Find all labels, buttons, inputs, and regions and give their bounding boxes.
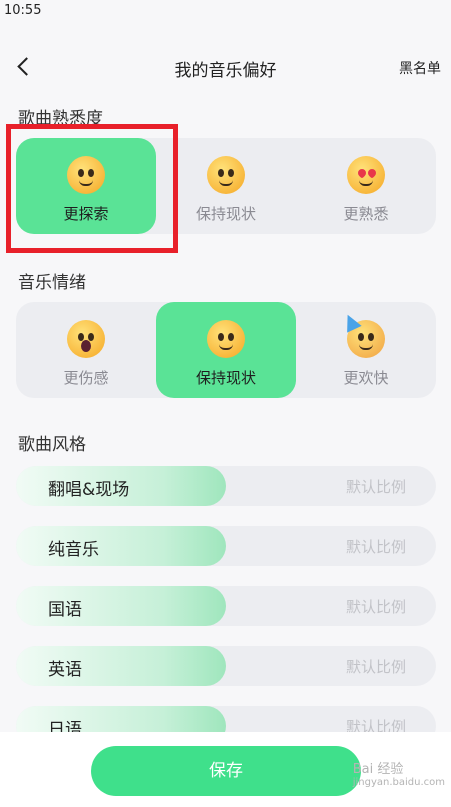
heart-eyes-face-icon (347, 156, 385, 194)
option-label: 更探索 (63, 205, 109, 223)
nav-bar: 我的音乐偏好 黑名单 (0, 46, 451, 88)
status-bar: 10:55 (0, 0, 451, 22)
familiarity-selector: 更探索 保持现状 更熟悉 (16, 138, 436, 234)
option-label: 更伤感 (63, 369, 109, 387)
style-slider-cover-live[interactable]: 翻唱&现场 默认比例 (16, 466, 436, 506)
watermark-sub: jingyan.baidu.com (352, 777, 445, 788)
monocle-face-icon (67, 156, 105, 194)
familiarity-option-explore[interactable]: 更探索 (16, 138, 156, 234)
status-time: 10:55 (4, 3, 42, 18)
style-slider-mandarin[interactable]: 国语 默认比例 (16, 586, 436, 626)
style-name: 翻唱&现场 (48, 480, 130, 500)
default-ratio-label: 默认比例 (345, 538, 406, 556)
option-label: 保持现状 (195, 205, 256, 223)
style-slider-english[interactable]: 英语 默认比例 (16, 646, 436, 686)
style-name: 英语 (48, 660, 82, 680)
mood-option-happy[interactable]: 更欢快 (296, 302, 436, 398)
page-title: 我的音乐偏好 (174, 61, 277, 81)
option-label: 更欢快 (343, 369, 389, 387)
smile-face-icon (207, 320, 245, 358)
styles-title: 歌曲风格 (18, 435, 86, 455)
style-name: 国语 (48, 600, 82, 620)
style-slider-instrumental[interactable]: 纯音乐 默认比例 (16, 526, 436, 566)
mood-option-sad[interactable]: 更伤感 (16, 302, 156, 398)
mood-selector: 更伤感 保持现状 更欢快 (16, 302, 436, 398)
default-ratio-label: 默认比例 (345, 658, 406, 676)
blacklist-link[interactable]: 黑名单 (399, 58, 441, 78)
option-label: 更熟悉 (343, 205, 389, 223)
style-name: 纯音乐 (48, 540, 99, 560)
smile-face-icon (207, 156, 245, 194)
default-ratio-label: 默认比例 (345, 598, 406, 616)
familiarity-title: 歌曲熟悉度 (18, 109, 103, 129)
familiarity-option-familiar[interactable]: 更熟悉 (296, 138, 436, 234)
default-ratio-label: 默认比例 (345, 478, 406, 496)
save-button[interactable]: 保存 (91, 746, 361, 796)
watermark-main: Bai 经验 (352, 762, 404, 777)
party-face-icon (347, 320, 385, 358)
watermark: Bai 经验 jingyan.baidu.com (353, 758, 445, 788)
mood-title: 音乐情绪 (18, 273, 86, 293)
familiarity-option-keep[interactable]: 保持现状 (156, 138, 296, 234)
mood-option-keep[interactable]: 保持现状 (156, 302, 296, 398)
option-label: 保持现状 (195, 369, 256, 387)
crying-face-icon (67, 320, 105, 358)
